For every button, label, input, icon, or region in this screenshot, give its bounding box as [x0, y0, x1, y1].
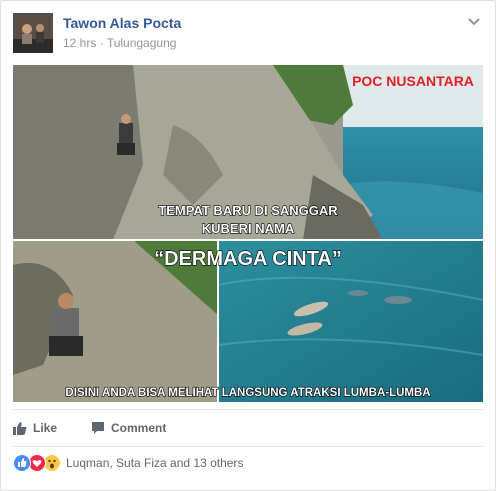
post-card: Tawon Alas Pocta 12 hrs · Tulungagung PO… — [0, 0, 496, 491]
like-icon — [13, 454, 31, 472]
comment-icon — [92, 422, 104, 434]
post-header: Tawon Alas Pocta 12 hrs · Tulungagung — [13, 13, 483, 53]
bottom-caption: DISINI ANDA BISA MELIHAT LANGSUNG ATRAKS… — [65, 387, 430, 399]
post-location[interactable]: Tulungagung — [107, 36, 177, 50]
author-avatar[interactable] — [13, 13, 53, 53]
like-button[interactable]: Like — [13, 410, 57, 446]
author-name[interactable]: Tawon Alas Pocta — [63, 15, 181, 31]
post-meta: 12 hrs · Tulungagung — [63, 36, 176, 50]
comment-label: Comment — [111, 421, 167, 435]
action-bar: Like Comment — [13, 409, 483, 447]
like-label: Like — [33, 421, 58, 435]
post-image[interactable]: POC NUSANTARA TEMPAT BARU DI SANGGAR KUB… — [13, 65, 483, 402]
reaction-summary[interactable]: Luqman, Suta Fiza and 13 others — [13, 452, 243, 474]
reaction-text[interactable]: Luqman, Suta Fiza and 13 others — [66, 456, 243, 470]
caption-title: “DERMAGA CINTA” — [154, 248, 342, 270]
caption-line2: KUBERI NAMA — [202, 221, 295, 236]
thumbs-up-icon — [13, 422, 27, 435]
post-time[interactable]: 12 hrs — [63, 36, 96, 50]
comment-button[interactable]: Comment — [91, 410, 166, 446]
meta-separator: · — [96, 36, 107, 50]
image-badge: POC NUSANTARA — [352, 73, 474, 89]
caption-line1: TEMPAT BARU DI SANGGAR — [158, 203, 338, 218]
chevron-down-icon[interactable] — [467, 15, 481, 29]
